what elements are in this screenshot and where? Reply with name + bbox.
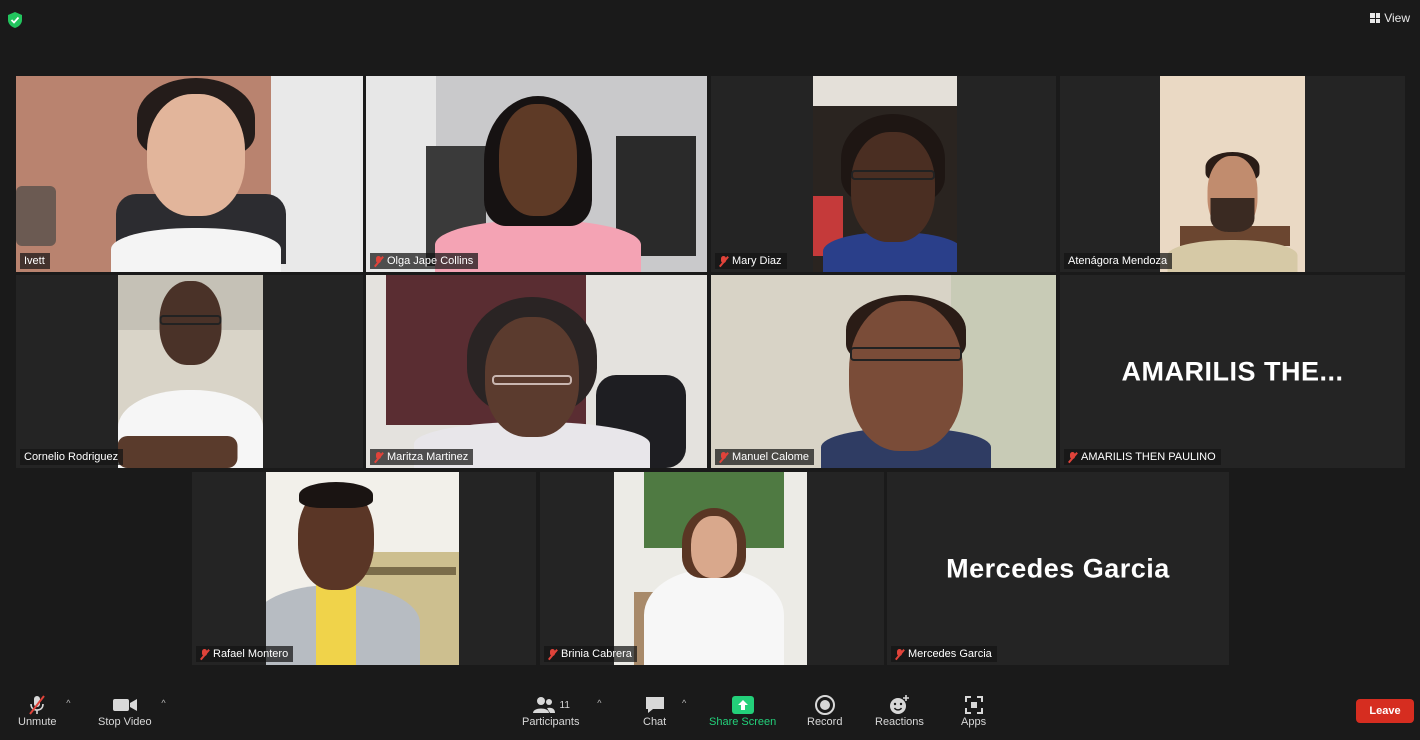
participant-name-tag: Mary Diaz [715, 253, 787, 269]
participant-name-tag: Olga Jape Collins [370, 253, 479, 269]
apps-button[interactable]: Apps [961, 694, 986, 728]
video-feed [1160, 76, 1305, 272]
mic-muted-icon [374, 255, 383, 267]
reactions-button[interactable]: Reactions [875, 694, 924, 728]
reactions-icon [890, 695, 910, 714]
share-screen-icon [731, 696, 754, 714]
chevron-up-icon[interactable]: ^ [597, 698, 601, 708]
video-tile[interactable]: Olga Jape Collins [366, 76, 707, 272]
participant-name-tag: Brinia Cabrera [544, 646, 637, 662]
video-feed [614, 472, 807, 665]
mic-muted-icon [29, 695, 46, 715]
video-feed [266, 472, 459, 665]
video-tile[interactable]: Rafael Montero [192, 472, 536, 665]
participant-name-tag: Manuel Calome [715, 449, 815, 465]
chat-button[interactable]: Chat ^ [643, 694, 686, 728]
mic-muted-icon [719, 255, 728, 267]
video-tile[interactable]: Cornelio Rodriguez [16, 275, 363, 468]
video-tile[interactable]: Maritza Martinez [366, 275, 707, 468]
meeting-top-bar: View [0, 0, 1420, 40]
participant-name-tag: Mercedes Garcia [891, 646, 997, 662]
video-tile[interactable]: Mary Diaz [711, 76, 1056, 272]
video-camera-icon [112, 699, 137, 711]
participant-display-name: Mercedes Garcia [946, 553, 1170, 583]
view-button[interactable]: View [1370, 11, 1410, 25]
video-feed [118, 275, 263, 468]
video-tile[interactable]: Manuel Calome [711, 275, 1056, 468]
mic-muted-icon [719, 451, 728, 463]
video-feed [16, 76, 363, 272]
participant-name-tag: Rafael Montero [196, 646, 294, 662]
chevron-up-icon[interactable]: ^ [161, 698, 165, 708]
chevron-up-icon[interactable]: ^ [682, 698, 686, 708]
shield-icon[interactable] [8, 12, 22, 28]
stop-video-button[interactable]: Stop Video ^ [98, 694, 166, 728]
participants-button[interactable]: 11 Participants ^ [522, 694, 601, 728]
video-feed [813, 76, 957, 272]
participant-name-tag: Cornelio Rodriguez [20, 449, 124, 465]
video-tile[interactable]: Brinia Cabrera [540, 472, 884, 665]
mic-muted-icon [895, 648, 904, 660]
record-icon [814, 695, 835, 715]
video-feed [711, 275, 1056, 468]
video-tile[interactable]: Mercedes Garcia Mercedes Garcia [887, 472, 1229, 665]
participant-name-tag: Maritza Martinez [370, 449, 474, 465]
grid-view-icon [1370, 13, 1381, 23]
mic-muted-icon [548, 648, 557, 660]
video-tile[interactable]: Ivett [16, 76, 363, 272]
video-feed [366, 76, 707, 272]
participant-name-tag: Atenágora Mendoza [1064, 253, 1173, 269]
view-label: View [1384, 11, 1410, 25]
participant-display-name: AMARILIS THE... [1121, 356, 1344, 386]
participant-name-tag: AMARILIS THEN PAULINO [1064, 449, 1221, 465]
chat-icon [645, 697, 664, 713]
participants-count: 11 [559, 699, 570, 711]
mic-muted-icon [374, 451, 383, 463]
chevron-up-icon[interactable]: ^ [66, 698, 70, 708]
mic-muted-icon [1068, 451, 1077, 463]
video-tile[interactable]: Atenágora Mendoza [1060, 76, 1405, 272]
video-feed [366, 275, 707, 468]
video-tile[interactable]: AMARILIS THE... AMARILIS THEN PAULINO [1060, 275, 1405, 468]
record-button[interactable]: Record [807, 694, 842, 728]
share-screen-button[interactable]: Share Screen [709, 694, 776, 728]
participants-icon [532, 697, 555, 713]
participant-name-tag: Ivett [20, 253, 50, 269]
unmute-button[interactable]: Unmute ^ [18, 694, 71, 728]
mic-muted-icon [200, 648, 209, 660]
meeting-toolbar: Unmute ^ Stop Video ^ 11 Participants ^ [0, 688, 1420, 740]
apps-icon [964, 696, 983, 714]
leave-button[interactable]: Leave [1356, 699, 1414, 723]
